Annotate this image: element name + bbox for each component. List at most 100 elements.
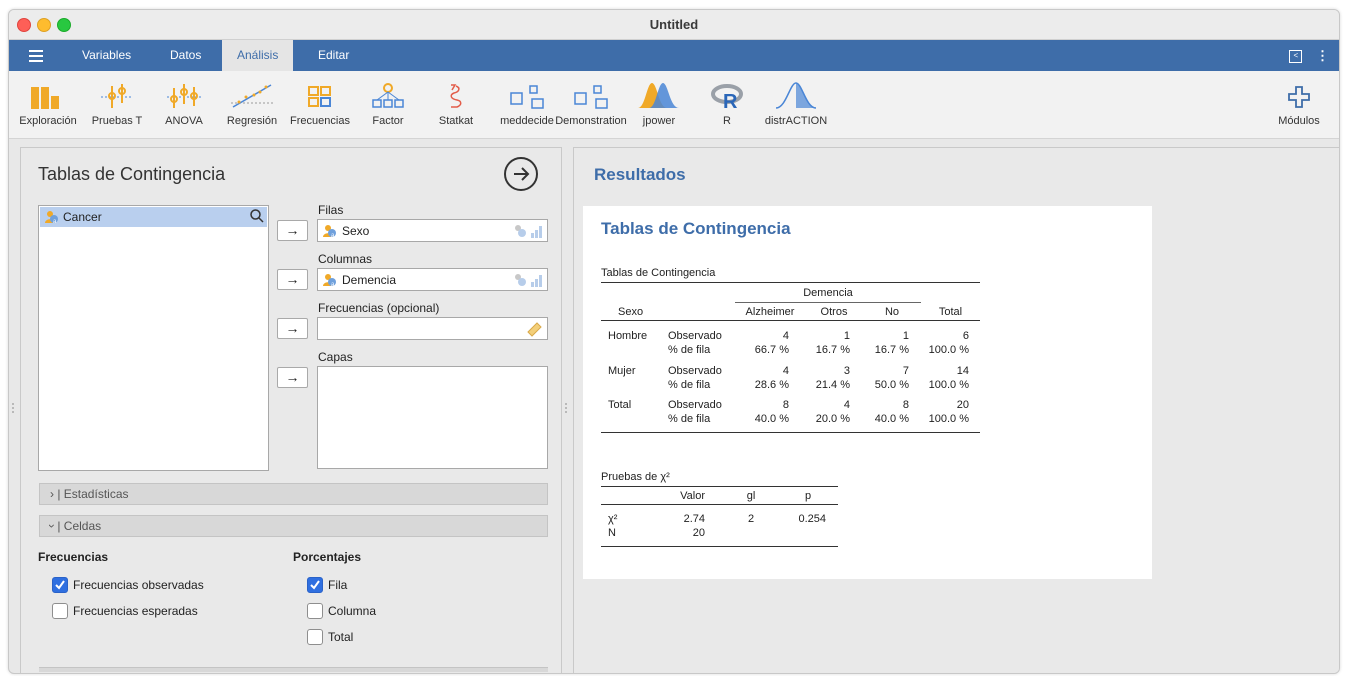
left-resize-handle[interactable] (12, 403, 15, 415)
app-window: Untitled Variables Datos Análisis Editar… (8, 9, 1340, 674)
toolbar-meddecide[interactable]: meddecide (497, 79, 557, 127)
statistics-section-header[interactable]: › | Estadísticas (39, 483, 548, 505)
toolbar-pruebas-t[interactable]: Pruebas T (89, 79, 145, 127)
chi-cell: 2 (747, 513, 755, 525)
ruler-icon (526, 321, 542, 340)
table-cell: 4 (843, 399, 850, 411)
anova-icon (159, 79, 209, 109)
percentages-header: Porcentajes (293, 550, 362, 564)
toolbar-jpower[interactable]: jpower (635, 79, 683, 127)
table-cell: 100.0 % (928, 344, 969, 356)
table-cell: 21.4 % (815, 379, 850, 391)
move-to-layers-button[interactable]: → (277, 367, 308, 388)
observed-counts-checkbox[interactable] (52, 577, 68, 593)
row-group-label: Total (608, 399, 632, 411)
toolbar-exploracion[interactable]: Exploración (19, 79, 77, 127)
demonstration-icon (551, 79, 631, 109)
toolbar-demonstration[interactable]: Demonstration (551, 79, 631, 127)
analysis-options-panel: Tablas de Contingencia a Cancer → Filas … (20, 147, 562, 673)
table-cell: 20.0 % (815, 413, 850, 425)
table-cell: 40.0 % (874, 413, 909, 425)
nominal-var-icon: a (322, 273, 338, 288)
rows-variable: Sexo (342, 224, 370, 238)
results-mode-icon[interactable]: < (1289, 50, 1303, 64)
search-icon[interactable] (250, 209, 264, 228)
cells-section-header[interactable]: › | Celdas (39, 515, 548, 537)
row-percent-label: % de fila (668, 344, 711, 356)
main-menu-bar: Variables Datos Análisis Editar < ⋮ (9, 40, 1339, 71)
hamburger-menu-icon[interactable] (29, 50, 43, 65)
nominal-var-icon: a (44, 210, 60, 225)
source-variable-list[interactable]: a Cancer (38, 205, 269, 471)
rows-label: Filas (318, 203, 344, 217)
move-to-columns-button[interactable]: → (277, 269, 308, 290)
analysis-toolbar: Exploración Pruebas T ANOVA Regresión Fr… (9, 71, 1339, 139)
observed-label: Observado (668, 330, 722, 342)
middle-resize-handle[interactable] (565, 403, 568, 415)
row-group-label: Mujer (608, 365, 636, 377)
layers-label: Capas (318, 350, 353, 364)
next-section-header[interactable] (39, 667, 548, 672)
column-percent-label: Columna (328, 604, 377, 618)
chi-square-caption: Pruebas de χ² (601, 471, 670, 483)
toolbar-frecuencias[interactable]: Frecuencias (287, 79, 353, 127)
table-cell: 1 (843, 330, 850, 342)
checkmark-icon (310, 580, 320, 590)
toolbar-modulos[interactable]: Módulos (1271, 79, 1327, 127)
table-cell: 8 (902, 399, 909, 411)
columns-variable: Demencia (342, 273, 397, 287)
allowed-types-icon (513, 273, 543, 290)
menu-right-controls: < ⋮ (1289, 48, 1329, 64)
layers-target-box[interactable] (317, 366, 548, 469)
row-percent-label: % de fila (668, 379, 711, 391)
chi-row-name: N (608, 527, 616, 539)
columns-target-box[interactable]: a Demencia (317, 268, 548, 291)
total-percent-checkbox[interactable] (307, 629, 323, 645)
nominal-var-icon: a (322, 224, 338, 239)
row-var-header: Sexo (618, 306, 644, 318)
frequencies-icon (287, 79, 353, 109)
table-cell: 4 (782, 330, 789, 342)
tab-datos[interactable]: Datos (155, 40, 216, 71)
row-percent-label: Fila (328, 578, 348, 592)
observed-counts-label: Frecuencias observadas (73, 578, 204, 592)
window-title: Untitled (649, 17, 699, 32)
exploration-icon (19, 79, 77, 109)
toolbar-distraction[interactable]: distrACTION (763, 79, 829, 127)
rows-target-box[interactable]: a Sexo (317, 219, 548, 242)
toolbar-r[interactable]: R R (709, 79, 745, 127)
chi-row-name: χ² (608, 513, 618, 525)
source-var-item[interactable]: a Cancer (40, 207, 267, 227)
meddecide-icon (497, 79, 557, 109)
tab-analisis[interactable]: Análisis (222, 40, 294, 71)
chi-cell: 0.254 (798, 513, 826, 525)
table-cell: 20 (956, 399, 969, 411)
more-options-icon[interactable]: ⋮ (1316, 48, 1329, 63)
chi-cell: 20 (692, 527, 705, 539)
move-to-counts-button[interactable]: → (277, 318, 308, 339)
toolbar-anova[interactable]: ANOVA (159, 79, 209, 127)
chi-col-header: Valor (680, 490, 705, 502)
column-percent-checkbox[interactable] (307, 603, 323, 619)
tab-editar[interactable]: Editar (303, 40, 364, 71)
results-card-title: Tablas de Contingencia (601, 219, 791, 238)
expected-counts-checkbox[interactable] (52, 603, 68, 619)
analysis-title: Tablas de Contingencia (38, 164, 226, 184)
toolbar-regresion[interactable]: Regresión (223, 79, 281, 127)
statkat-icon (433, 79, 479, 109)
toolbar-statkat[interactable]: Statkat (433, 79, 479, 127)
toolbar-factor[interactable]: Factor (365, 79, 411, 127)
group-header: Demencia (803, 287, 853, 299)
row-percent-checkbox[interactable] (307, 577, 323, 593)
counts-target-box[interactable] (317, 317, 548, 340)
table-cell: 28.6 % (754, 379, 789, 391)
counts-optional-label: Frecuencias (opcional) (318, 301, 440, 315)
tab-variables[interactable]: Variables (67, 40, 146, 71)
move-to-rows-button[interactable]: → (277, 220, 308, 241)
col-header: No (884, 306, 900, 318)
chevron-down-icon: › (45, 524, 59, 528)
run-analysis-button[interactable] (504, 157, 538, 191)
table-cell: 3 (843, 365, 850, 377)
checkmark-icon (55, 580, 65, 590)
t-tests-icon (89, 79, 145, 109)
